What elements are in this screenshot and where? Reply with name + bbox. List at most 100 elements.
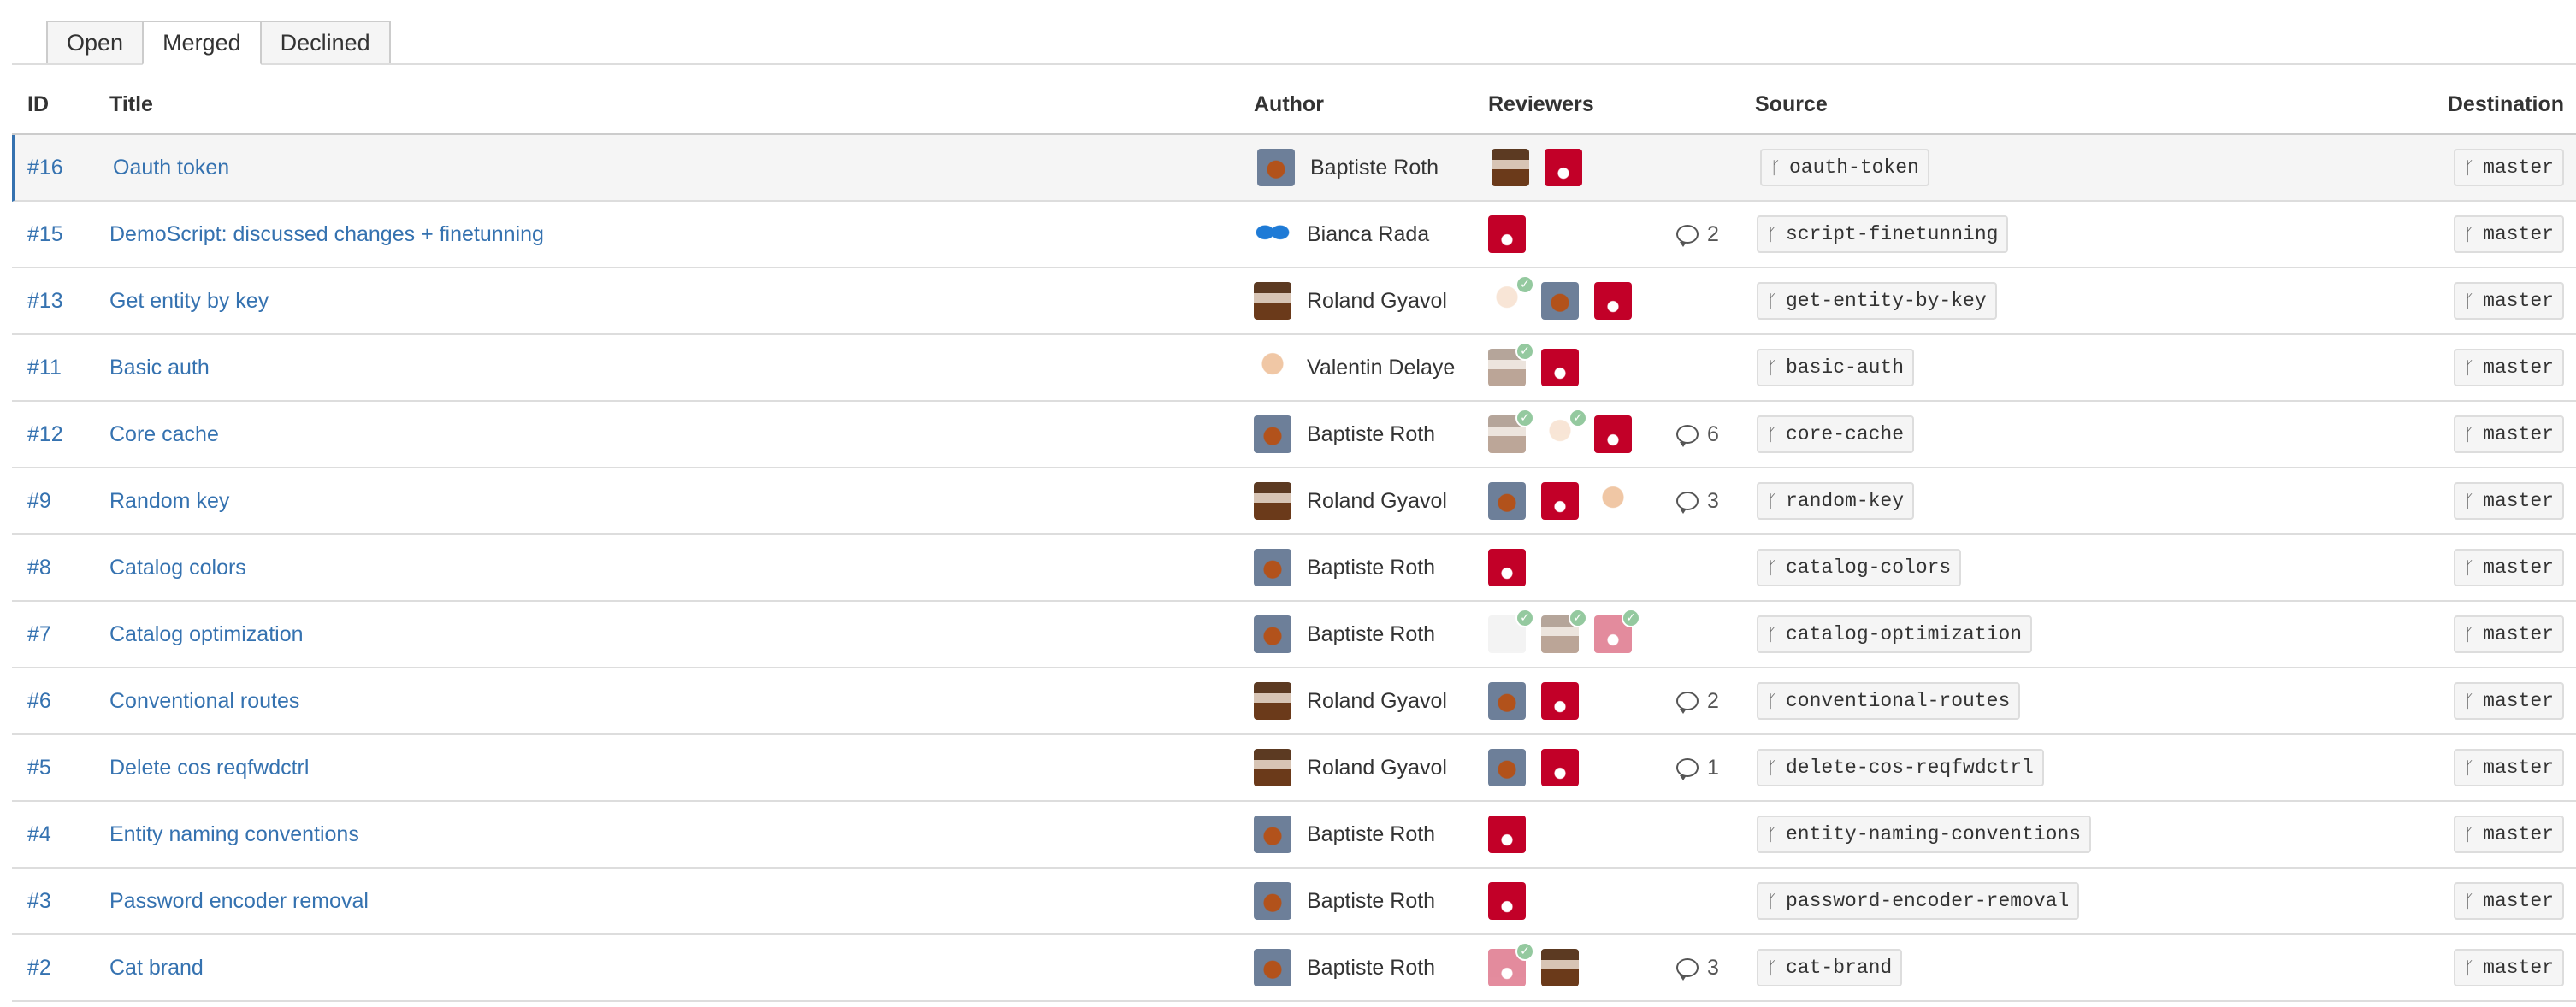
destination-branch[interactable]: ᚴ master (2454, 349, 2564, 386)
author-avatar[interactable] (1254, 215, 1291, 253)
table-row[interactable]: #15 DemoScript: discussed changes + finet… (12, 202, 2576, 268)
reviewer-avatar[interactable] (1541, 682, 1579, 720)
reviewer-avatar[interactable]: ✓ (1488, 409, 1534, 453)
author-avatar[interactable] (1254, 549, 1291, 586)
header-author[interactable]: Author (1254, 92, 1324, 117)
reviewer-avatar[interactable]: ✓ (1541, 609, 1587, 653)
pr-title-link[interactable]: Basic auth (109, 356, 210, 380)
reviewer-avatar[interactable]: ✓ (1488, 275, 1534, 320)
pr-title-link[interactable]: Oauth token (113, 156, 229, 180)
comment-count[interactable]: 3 (1676, 489, 1719, 514)
destination-branch[interactable]: ᚴ master (2454, 749, 2564, 786)
header-id[interactable]: ID (27, 92, 49, 117)
source-branch[interactable]: ᚴ random-key (1757, 482, 1915, 520)
pr-id-link[interactable]: #9 (27, 489, 51, 514)
table-row[interactable]: #8 Catalog colors Baptiste Roth ᚴ catalog-co… (12, 535, 2576, 602)
destination-branch[interactable]: ᚴ master (2454, 282, 2564, 320)
destination-branch[interactable]: ᚴ master (2454, 482, 2564, 520)
pr-title-link[interactable]: Get entity by key (109, 289, 269, 314)
pr-id-link[interactable]: #2 (27, 956, 51, 980)
reviewer-avatar[interactable] (1541, 949, 1579, 986)
destination-branch[interactable]: ᚴ master (2454, 682, 2564, 720)
source-branch[interactable]: ᚴ catalog-optimization (1757, 615, 2033, 653)
reviewer-avatar[interactable]: ✓ (1488, 342, 1534, 386)
reviewer-avatar[interactable] (1541, 749, 1579, 786)
reviewer-avatar[interactable] (1488, 482, 1526, 520)
header-title[interactable]: Title (109, 92, 153, 117)
table-row[interactable]: #11 Basic auth Valentin Delaye ✓ ᚴ basic-auth… (12, 335, 2576, 402)
pr-id-link[interactable]: #11 (27, 356, 62, 380)
source-branch[interactable]: ᚴ script-finetunning (1757, 215, 2009, 253)
source-branch[interactable]: ᚴ conventional-routes (1757, 682, 2021, 720)
pr-id-link[interactable]: #12 (27, 422, 63, 447)
pr-title-link[interactable]: Catalog optimization (109, 622, 304, 647)
pr-title-link[interactable]: Conventional routes (109, 689, 299, 714)
pr-id-link[interactable]: #3 (27, 889, 51, 914)
table-row[interactable]: #4 Entity naming conventions Baptiste Roth… (12, 802, 2576, 869)
pr-title-link[interactable]: Password encoder removal (109, 889, 369, 914)
destination-branch[interactable]: ᚴ master (2454, 816, 2564, 853)
reviewer-avatar[interactable] (1492, 149, 1529, 186)
comment-count[interactable]: 2 (1676, 222, 1719, 247)
reviewer-avatar[interactable]: ✓ (1488, 609, 1534, 653)
source-branch[interactable]: ᚴ basic-auth (1757, 349, 1915, 386)
table-row[interactable]: #2 Cat brand Baptiste Roth ✓ 3 ᚴ cat-brand ᚴ mas… (12, 935, 2576, 1002)
tab-declined[interactable]: Declined (259, 21, 391, 65)
pr-id-link[interactable]: #6 (27, 689, 51, 714)
comment-count[interactable]: 6 (1676, 422, 1719, 447)
pr-title-link[interactable]: Entity naming conventions (109, 822, 359, 847)
table-row[interactable]: #6 Conventional routes Roland Gyavol 2 ᚴ conv… (12, 668, 2576, 735)
author-avatar[interactable] (1254, 949, 1291, 986)
destination-branch[interactable]: ᚴ master (2454, 149, 2564, 186)
reviewer-avatar[interactable] (1541, 282, 1579, 320)
destination-branch[interactable]: ᚴ master (2454, 215, 2564, 253)
source-branch[interactable]: ᚴ oauth-token (1760, 149, 1929, 186)
destination-branch[interactable]: ᚴ master (2454, 949, 2564, 986)
reviewer-avatar[interactable] (1488, 215, 1526, 253)
header-source[interactable]: Source (1755, 92, 1828, 117)
pr-title-link[interactable]: Cat brand (109, 956, 204, 980)
source-branch[interactable]: ᚴ cat-brand (1757, 949, 1903, 986)
tab-merged[interactable]: Merged (142, 21, 262, 65)
destination-branch[interactable]: ᚴ master (2454, 615, 2564, 653)
reviewer-avatar[interactable] (1488, 816, 1526, 853)
reviewer-avatar[interactable]: ✓ (1541, 409, 1587, 453)
reviewer-avatar[interactable] (1545, 149, 1582, 186)
pr-id-link[interactable]: #15 (27, 222, 63, 247)
source-branch[interactable]: ᚴ delete-cos-reqfwdctrl (1757, 749, 2044, 786)
reviewer-avatar[interactable] (1541, 349, 1579, 386)
author-avatar[interactable] (1254, 349, 1291, 386)
pr-title-link[interactable]: Random key (109, 489, 229, 514)
source-branch[interactable]: ᚴ core-cache (1757, 415, 1915, 453)
comment-count[interactable]: 3 (1676, 956, 1719, 980)
pr-title-link[interactable]: Delete cos reqfwdctrl (109, 756, 309, 780)
pr-title-link[interactable]: Catalog colors (109, 556, 246, 580)
pr-id-link[interactable]: #8 (27, 556, 51, 580)
table-row[interactable]: #3 Password encoder removal Baptiste Roth ᚴ… (12, 869, 2576, 935)
source-branch[interactable]: ᚴ catalog-colors (1757, 549, 1962, 586)
author-avatar[interactable] (1254, 482, 1291, 520)
reviewer-avatar[interactable]: ✓ (1594, 609, 1640, 653)
pr-id-link[interactable]: #16 (27, 156, 63, 180)
pr-id-link[interactable]: #7 (27, 622, 51, 647)
author-avatar[interactable] (1254, 682, 1291, 720)
reviewer-avatar[interactable] (1488, 549, 1526, 586)
reviewer-avatar[interactable] (1488, 749, 1526, 786)
source-branch[interactable]: ᚴ get-entity-by-key (1757, 282, 1997, 320)
table-row[interactable]: #12 Core cache Baptiste Roth ✓ ✓ 6 ᚴ core-cache… (12, 402, 2576, 468)
author-avatar[interactable] (1254, 882, 1291, 920)
pr-id-link[interactable]: #5 (27, 756, 51, 780)
comment-count[interactable]: 2 (1676, 689, 1719, 714)
reviewer-avatar[interactable] (1488, 682, 1526, 720)
table-row[interactable]: #13 Get entity by key Roland Gyavol ✓ ᚴ get-e… (12, 268, 2576, 335)
table-row[interactable]: #9 Random key Roland Gyavol 3 ᚴ random-key ᚴ ma… (12, 468, 2576, 535)
header-destination[interactable]: Destination (2448, 92, 2564, 117)
source-branch[interactable]: ᚴ password-encoder-removal (1757, 882, 2080, 920)
reviewer-avatar[interactable] (1594, 415, 1632, 453)
table-row[interactable]: #7 Catalog optimization Baptiste Roth ✓ ✓ ✓ ᚴ c… (12, 602, 2576, 668)
author-avatar[interactable] (1254, 615, 1291, 653)
pr-title-link[interactable]: Core cache (109, 422, 219, 447)
pr-title-link[interactable]: DemoScript: discussed changes + finetunn… (109, 222, 544, 247)
header-reviewers[interactable]: Reviewers (1488, 92, 1594, 117)
author-avatar[interactable] (1254, 749, 1291, 786)
